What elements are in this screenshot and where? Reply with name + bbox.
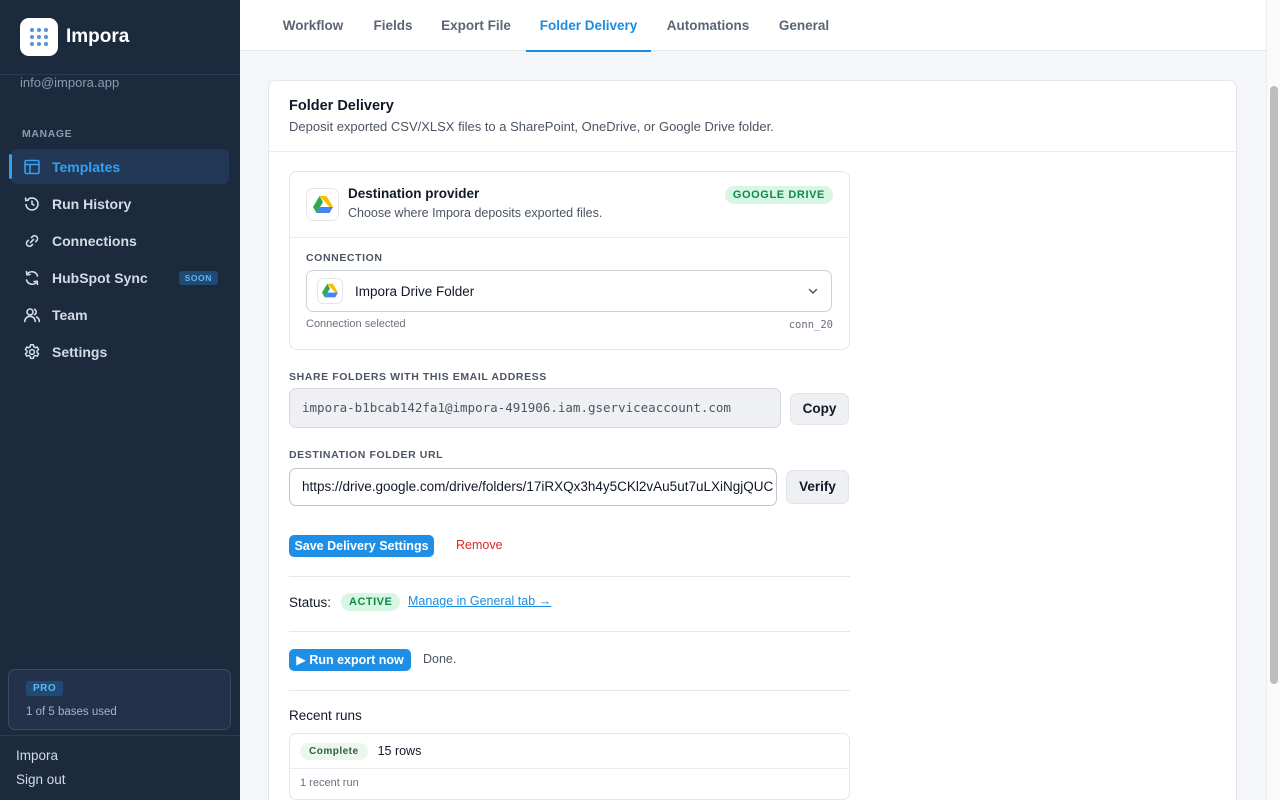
divider bbox=[289, 631, 850, 632]
manage-general-tab-link[interactable]: Manage in General tab → bbox=[408, 594, 551, 608]
share-email-label: SHARE FOLDERS WITH THIS EMAIL ADDRESS bbox=[289, 371, 547, 383]
provider-badge: GOOGLE DRIVE bbox=[724, 186, 833, 204]
share-email-field[interactable]: impora-b1bcab142fa1@impora-491906.iam.gs… bbox=[289, 388, 781, 428]
page-scrollbar[interactable] bbox=[1266, 0, 1280, 800]
divider bbox=[289, 576, 850, 577]
plan-badge: PRO bbox=[26, 681, 64, 696]
sidebar-item-label: Settings bbox=[52, 343, 108, 360]
scrollbar-thumb[interactable] bbox=[1270, 86, 1278, 684]
soon-badge: SOON bbox=[178, 270, 218, 285]
provider-description: Choose where Impora deposits exported fi… bbox=[348, 206, 603, 220]
connection-label: CONNECTION bbox=[306, 252, 383, 264]
account-email: info@impora.app bbox=[20, 76, 120, 90]
connection-select[interactable]: Impora Drive Folder bbox=[306, 270, 832, 312]
save-delivery-settings-button[interactable]: Save Delivery Settings bbox=[289, 535, 434, 557]
sidebar-item-settings[interactable]: Settings bbox=[11, 334, 229, 369]
verify-button[interactable]: Verify bbox=[786, 470, 849, 504]
connection-id: conn_20 bbox=[788, 319, 833, 331]
brand[interactable]: Impora bbox=[0, 0, 240, 75]
sign-out-link[interactable]: Sign out bbox=[16, 772, 224, 787]
google-drive-icon bbox=[317, 278, 343, 304]
tab-general[interactable]: General bbox=[773, 0, 835, 51]
tab-export-file[interactable]: Export File bbox=[436, 0, 516, 51]
divider bbox=[289, 690, 850, 691]
recent-runs-title: Recent runs bbox=[289, 708, 362, 723]
recent-runs-footer: 1 recent run bbox=[300, 777, 359, 789]
brand-name: Impora bbox=[66, 26, 130, 47]
provider-header: Destination provider Choose where Impora… bbox=[290, 172, 849, 238]
sidebar-item-run-history[interactable]: Run History bbox=[11, 186, 229, 221]
status-badge: ACTIVE bbox=[341, 593, 401, 611]
run-status-badge: Complete bbox=[300, 742, 368, 760]
folder-delivery-card: Folder Delivery Deposit exported CSV/XLS… bbox=[268, 80, 1237, 800]
users-icon bbox=[24, 307, 41, 322]
link-icon bbox=[25, 234, 39, 247]
sidebar-item-label: HubSpot Sync bbox=[52, 269, 148, 286]
plan-usage: 1 of 5 bases used bbox=[26, 706, 117, 718]
history-icon bbox=[24, 196, 39, 211]
card-subtitle: Deposit exported CSV/XLSX files to a Sha… bbox=[289, 119, 774, 134]
sidebar-nav: Templates Run History Connections HubSpo… bbox=[0, 149, 240, 369]
list-item[interactable]: Complete 15 rows bbox=[290, 734, 849, 769]
impora-logo-icon bbox=[20, 18, 58, 56]
status-label: Status: bbox=[289, 595, 332, 610]
provider-title: Destination provider bbox=[348, 186, 480, 201]
connection-value: Impora Drive Folder bbox=[355, 283, 475, 299]
sync-icon bbox=[25, 270, 39, 285]
plan-card[interactable]: PRO 1 of 5 bases used bbox=[8, 669, 231, 730]
sidebar-footer: Impora Sign out bbox=[0, 735, 240, 787]
sidebar: Impora info@impora.app MANAGE Templates … bbox=[0, 0, 240, 800]
sidebar-item-connections[interactable]: Connections bbox=[11, 223, 229, 258]
sidebar-item-label: Templates bbox=[52, 158, 121, 175]
sidebar-item-label: Team bbox=[52, 306, 88, 323]
run-export-now-button[interactable]: ▶ Run export now bbox=[289, 649, 411, 671]
destination-url-label: DESTINATION FOLDER URL bbox=[289, 449, 444, 461]
copy-button[interactable]: Copy bbox=[790, 393, 849, 425]
card-header: Folder Delivery Deposit exported CSV/XLS… bbox=[269, 81, 1236, 152]
section-label-manage: MANAGE bbox=[22, 128, 73, 140]
org-name: Impora bbox=[16, 748, 59, 763]
tab-folder-delivery[interactable]: Folder Delivery bbox=[526, 0, 651, 52]
sidebar-item-team[interactable]: Team bbox=[11, 297, 229, 332]
chevron-down-icon bbox=[808, 288, 818, 295]
run-result-text: Done. bbox=[423, 652, 457, 666]
destination-provider-panel: Destination provider Choose where Impora… bbox=[289, 171, 850, 350]
google-drive-icon bbox=[306, 188, 339, 221]
tab-bar: Workflow Fields Export File Folder Deliv… bbox=[240, 0, 1266, 52]
sidebar-item-templates[interactable]: Templates bbox=[9, 149, 229, 184]
gear-icon bbox=[24, 343, 40, 359]
tab-automations[interactable]: Automations bbox=[661, 0, 755, 51]
connection-status: Connection selected bbox=[306, 318, 406, 330]
tab-workflow[interactable]: Workflow bbox=[276, 0, 350, 51]
layout-icon bbox=[24, 159, 40, 174]
destination-url-input[interactable]: https://drive.google.com/drive/folders/1… bbox=[289, 468, 777, 506]
recent-runs-list: Complete 15 rows 1 recent run bbox=[289, 733, 850, 800]
sidebar-item-label: Run History bbox=[52, 195, 132, 212]
sidebar-item-label: Connections bbox=[52, 232, 137, 249]
run-detail: 15 rows bbox=[377, 744, 422, 758]
card-title: Folder Delivery bbox=[289, 98, 394, 114]
sidebar-item-hubspot-sync[interactable]: HubSpot Sync SOON bbox=[11, 260, 229, 295]
remove-button[interactable]: Remove bbox=[456, 538, 503, 552]
tab-fields[interactable]: Fields bbox=[366, 0, 420, 51]
